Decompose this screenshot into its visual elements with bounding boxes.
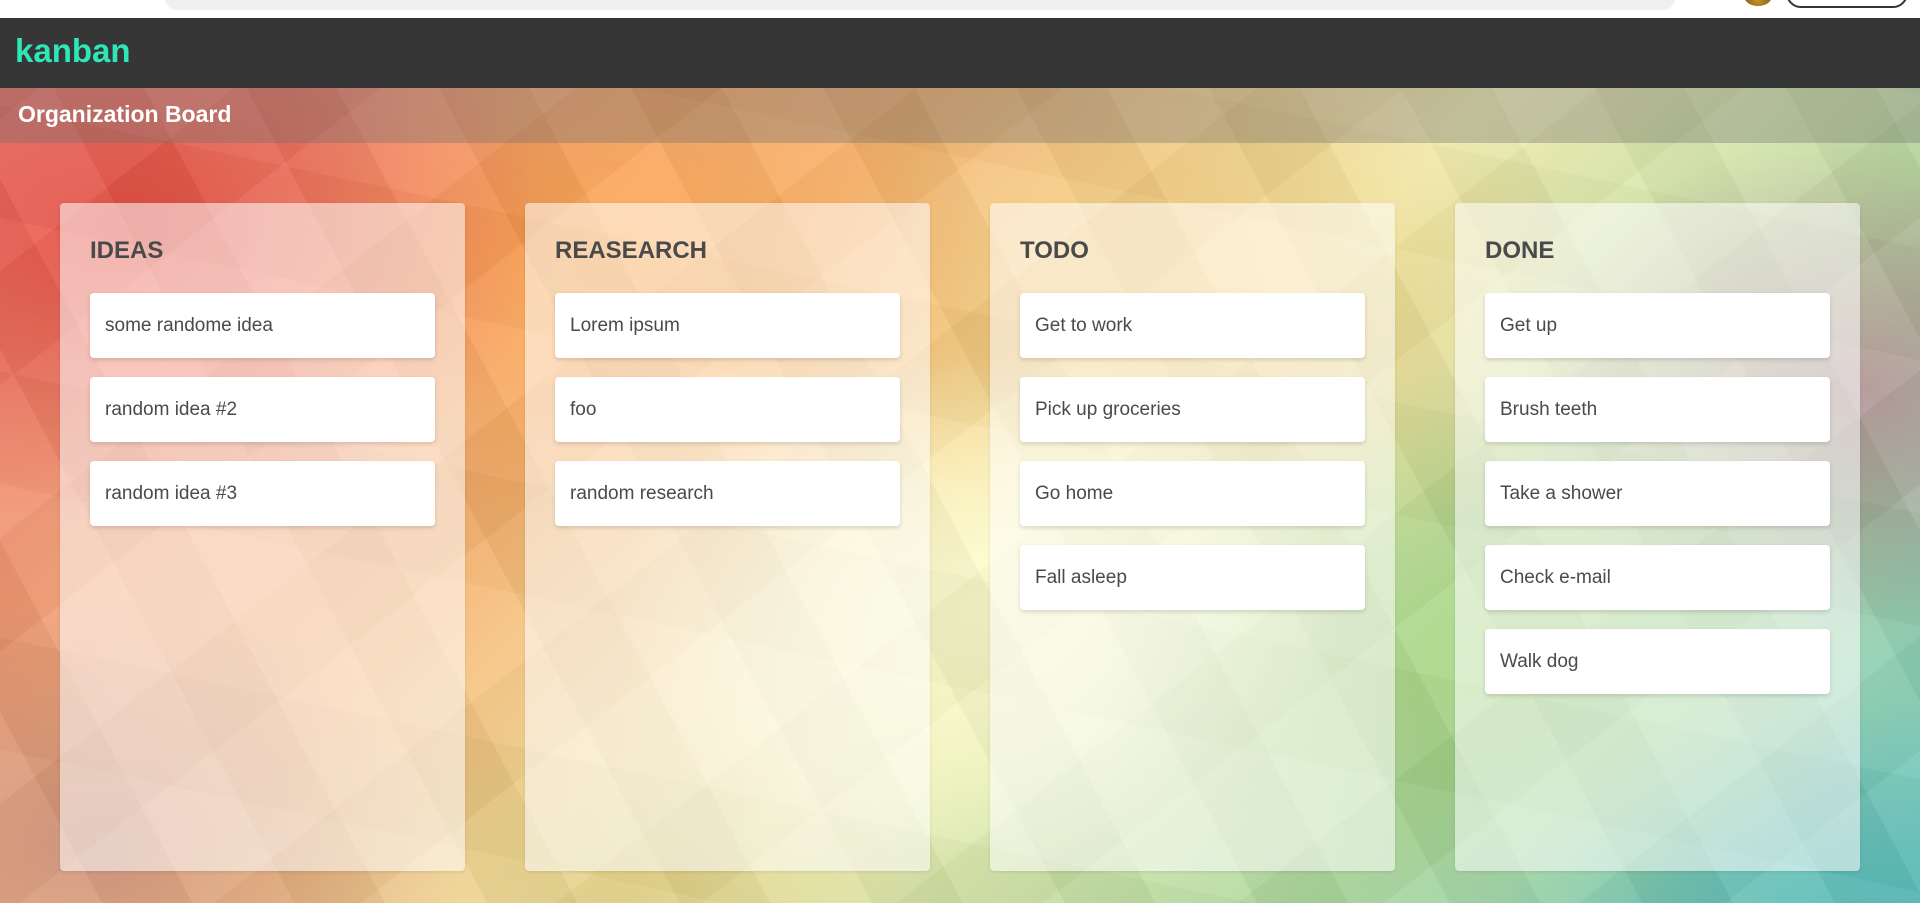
board-title-bar: Organization Board xyxy=(0,88,1920,143)
card[interactable]: Pick up groceries xyxy=(1020,377,1365,442)
card-label: Go home xyxy=(1035,483,1114,504)
card-label: Get to work xyxy=(1035,315,1133,336)
profile-avatar-icon[interactable] xyxy=(1744,0,1772,6)
card-label: Get up xyxy=(1500,315,1558,336)
card[interactable]: Walk dog xyxy=(1485,629,1830,694)
column-todo: TODO Get to work Pick up groceries Go ho… xyxy=(990,203,1395,871)
card[interactable]: Fall asleep xyxy=(1020,545,1365,610)
browser-toolbar xyxy=(0,0,1920,18)
card-label: random research xyxy=(570,483,714,504)
card-label: Take a shower xyxy=(1500,483,1623,504)
column-title: REASEARCH xyxy=(555,237,708,264)
card-label: random idea #3 xyxy=(105,483,238,504)
card-label: Walk dog xyxy=(1500,651,1579,672)
card-label: Brush teeth xyxy=(1500,399,1598,420)
card-label: foo xyxy=(570,399,597,420)
column-title: IDEAS xyxy=(90,237,164,264)
card[interactable]: random research xyxy=(555,461,900,526)
card-label: Fall asleep xyxy=(1035,567,1127,588)
card[interactable]: foo xyxy=(555,377,900,442)
card-label: some randome idea xyxy=(105,315,273,336)
browser-action-button[interactable] xyxy=(1786,0,1908,8)
app-header: kanban xyxy=(0,18,1920,88)
column-research: REASEARCH Lorem ipsum foo random researc… xyxy=(525,203,930,871)
card-label: random idea #2 xyxy=(105,399,238,420)
address-bar[interactable] xyxy=(165,0,1675,10)
board-title: Organization Board xyxy=(18,101,232,127)
column-done: DONE Get up Brush teeth Take a shower Ch… xyxy=(1455,203,1860,871)
card[interactable]: Get up xyxy=(1485,293,1830,358)
card-label: Lorem ipsum xyxy=(570,315,680,336)
column-title: TODO xyxy=(1020,237,1089,264)
card[interactable]: Go home xyxy=(1020,461,1365,526)
app-logo[interactable]: kanban xyxy=(15,32,131,70)
card[interactable]: random idea #2 xyxy=(90,377,435,442)
card-label: Check e-mail xyxy=(1500,567,1611,588)
card[interactable]: Check e-mail xyxy=(1485,545,1830,610)
card[interactable]: Take a shower xyxy=(1485,461,1830,526)
card[interactable]: Brush teeth xyxy=(1485,377,1830,442)
card[interactable]: Get to work xyxy=(1020,293,1365,358)
card[interactable]: random idea #3 xyxy=(90,461,435,526)
column-title: DONE xyxy=(1485,237,1555,264)
card[interactable]: Lorem ipsum xyxy=(555,293,900,358)
column-ideas: IDEAS some randome idea random idea #2 r… xyxy=(60,203,465,871)
card-label: Pick up groceries xyxy=(1035,399,1181,420)
card[interactable]: some randome idea xyxy=(90,293,435,358)
